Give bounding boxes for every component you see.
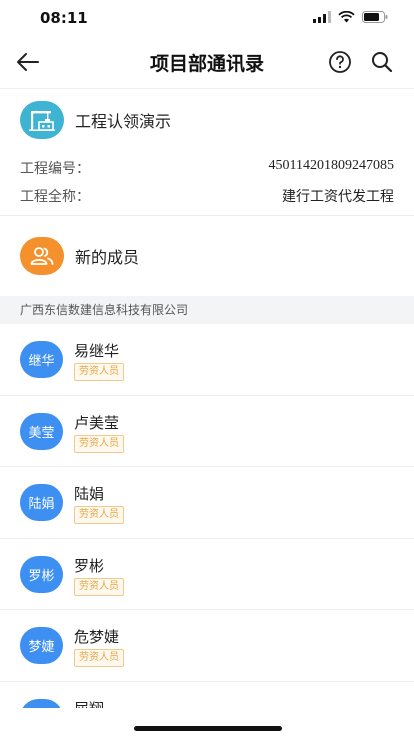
avatar: 陆娟: [20, 484, 63, 521]
signal-icon: [313, 11, 331, 23]
avatar: 梦婕: [20, 627, 63, 664]
member-list[interactable]: 继华 易继华 劳资人员 美莹 卢美莹 劳资人员 陆娟 陆娟 劳资人员 罗彬 罗彬…: [0, 324, 414, 708]
users-icon: [20, 237, 64, 275]
role-badge: 劳资人员: [74, 363, 124, 381]
member-row[interactable]: 继华 易继华 劳资人员: [0, 324, 414, 396]
avatar: 美莹: [20, 412, 63, 450]
project-fullname-label: 工程全称：: [20, 189, 90, 205]
status-bar: 08:11: [0, 0, 414, 38]
member-row[interactable]: 梦婕 危梦婕 劳资人员: [0, 610, 414, 682]
member-row[interactable]: 屈翔: [0, 682, 414, 709]
new-member-entry[interactable]: 新的成员: [0, 216, 414, 296]
member-name: 陆娟: [74, 485, 105, 503]
role-badge: 劳资人员: [74, 577, 124, 596]
project-fullname-value: 建行工资代发工程: [282, 190, 394, 205]
member-name: 易继华: [74, 342, 120, 360]
status-time: 08:11: [40, 9, 88, 27]
avatar: 继华: [20, 341, 63, 378]
member-name: 罗彬: [74, 556, 105, 575]
project-card: 工程认领演示 工程编号： 450114201809247085 工程全称： 建行…: [0, 88, 414, 216]
role-badge: 劳资人员: [74, 649, 124, 667]
company-section-header: 广西东信数建信息科技有限公司: [0, 296, 414, 324]
construction-icon: [20, 101, 64, 139]
member-row[interactable]: 美莹 卢美莹 劳资人员: [0, 396, 414, 467]
project-name: 工程认领演示: [75, 112, 172, 131]
member-name: 屈翔: [74, 698, 104, 709]
member-name: 危梦婕: [74, 628, 120, 646]
search-button[interactable]: [368, 48, 396, 76]
project-header[interactable]: 工程认领演示: [20, 101, 171, 139]
role-badge: 劳资人员: [74, 434, 124, 453]
search-icon: [372, 52, 393, 73]
member-name: 卢美莹: [74, 413, 120, 432]
project-code-row: 工程编号： 450114201809247085: [20, 158, 394, 178]
member-row[interactable]: 罗彬 罗彬 劳资人员: [0, 539, 414, 610]
project-code-label: 工程编号：: [20, 161, 90, 177]
role-badge: 劳资人员: [74, 506, 124, 524]
project-code-value: 450114201809247085: [268, 158, 394, 173]
status-icons: [313, 11, 388, 23]
wifi-icon: [338, 11, 355, 23]
home-indicator[interactable]: [134, 726, 282, 731]
avatar: 罗彬: [20, 555, 63, 593]
project-fullname-row: 工程全称： 建行工资代发工程: [20, 186, 394, 206]
help-button[interactable]: [326, 48, 354, 76]
new-member-label: 新的成员: [75, 248, 140, 267]
battery-icon: [362, 11, 388, 23]
member-row[interactable]: 陆娟 陆娟 劳资人员: [0, 467, 414, 539]
bottom-safe-area: [0, 708, 414, 736]
nav-bar: 项目部通讯录: [0, 38, 414, 86]
avatar: [20, 698, 63, 708]
question-icon: [329, 51, 351, 73]
